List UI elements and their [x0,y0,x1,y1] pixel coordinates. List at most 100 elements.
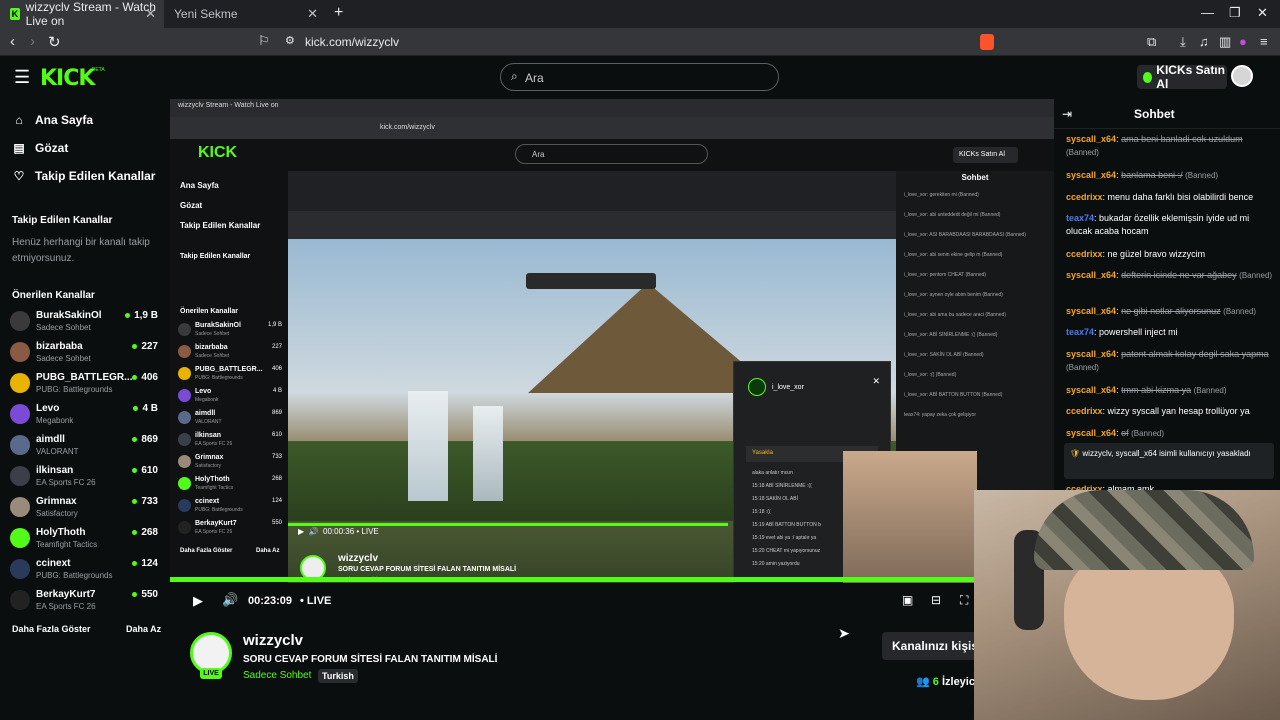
stream-screen-show-less: Daha Az [256,548,280,554]
volume-icon[interactable]: 🔊 [222,592,238,608]
stream-screen-nav: Gözat [180,201,203,210]
kick-logo[interactable]: KICK [40,66,95,91]
stream-screen-progress [288,523,728,526]
channel-avatar [10,466,30,486]
streamer-name[interactable]: wizzyclv [243,632,303,649]
chat-text: banlama beni :/ [1121,170,1183,180]
chat-username[interactable]: ccedrixx [1066,192,1103,202]
collapse-chat-icon[interactable]: ⇥ [1062,107,1072,121]
chat-text: wizzy syscall yan hesap trollüyor ya [1107,406,1250,416]
stream-screen-channel-avatar [178,521,191,534]
customize-channel-button[interactable]: Kanalınızı kişise [882,632,982,660]
system-message: 🛡 wizzyclv, syscall_x64 isimli kullanıcı… [1064,443,1274,479]
browser-tab-active[interactable]: K wizzyclv Stream - Watch Live on ✕ [0,0,164,28]
maximize-icon[interactable]: ❐ [1229,5,1241,21]
channel-item[interactable]: bizarbaba Sadece Sohbet 227 [10,340,162,368]
chat-username[interactable]: syscall_x64 [1066,306,1116,316]
channel-item[interactable]: PUBG_BATTLEGR... PUBG: Battlegrounds 406 [10,371,162,399]
channel-item[interactable]: Levo Megabonk 4 B [10,402,162,430]
stream-screen-addressbar: kick.com/wizzyclv [170,117,1054,139]
channel-item[interactable]: ilkinsan EA Sports FC 26 610 [10,464,162,492]
user-avatar[interactable] [1231,65,1253,87]
sidebar-toggle-icon[interactable]: ▥ [1219,34,1231,50]
new-tab-icon[interactable]: + [334,4,343,22]
channel-item[interactable]: BurakSakinOl Sadece Sohbet 1,9 B [10,309,162,337]
stream-screen-channel-avatar [178,345,191,358]
banned-tag: (Banned) [1223,307,1257,316]
channel-avatar [10,373,30,393]
stream-screen-tabbar: wizzyclv Stream - Watch Live on [170,99,1054,117]
channel-category: Sadece Sohbet [36,354,91,363]
chat-username[interactable]: syscall_x64 [1066,170,1116,180]
brave-shield-icon[interactable] [980,34,994,50]
music-icon[interactable]: ♫ [1199,34,1209,49]
stream-screen-chat-line: i_love_xor: abi ama bu sadece araci (Ban… [904,312,1007,318]
theater-mode-icon[interactable]: ⊟ [931,593,941,607]
site-info-icon[interactable]: ⚙ [285,34,295,47]
stream-screen-channel-viewers: 4 B [272,388,282,394]
nav-home[interactable]: ⌂ Ana Sayfa [12,113,93,127]
nav-following[interactable]: ♡ Takip Edilen Kanallar [12,169,156,183]
chat-username[interactable]: teax74 [1066,327,1094,337]
fullscreen-icon[interactable]: ⛶ [960,593,968,608]
chat-message: teax74: powershell inject mi [1066,327,1178,337]
webcam-overlay [974,490,1280,720]
show-less-link[interactable]: Daha Az [126,624,161,634]
stream-screen-popup-line: 15:19 evet abi ya :/ aptalır ya [752,535,817,541]
chat-username[interactable]: syscall_x64 [1066,385,1116,395]
nav-label: Takip Edilen Kanallar [35,169,156,183]
stream-screen-channel-avatar [178,323,191,336]
stream-screen-chat-line: teax74: yapay zeka çok gelişiyor [904,412,976,418]
back-icon[interactable]: ‹ [10,33,15,50]
language-tag[interactable]: Turkish [318,669,358,683]
bookmark-icon[interactable]: ⚐ [258,33,270,49]
channel-item[interactable]: ccinext PUBG: Battlegrounds 124 [10,557,162,585]
nav-label: Ana Sayfa [35,113,94,127]
pip-icon[interactable]: ▣ [902,593,913,607]
channel-item[interactable]: HolyThoth Teamfight Tactics 268 [10,526,162,554]
extension-icon[interactable]: ● [1239,34,1247,49]
stream-screen-channel-name: bizarbaba [195,344,228,351]
browser-menu-icon[interactable]: ≡ [1260,34,1268,49]
chat-username[interactable]: ccedrixx [1066,406,1103,416]
stream-screen-channel-avatar [178,433,191,446]
url-field[interactable]: kick.com/wizzyclv [305,35,399,49]
buy-kicks-button[interactable]: KICKs Satın Al [1137,63,1227,91]
tab-close-icon[interactable]: ✕ [307,6,318,22]
live-indicator[interactable]: • LIVE [300,595,331,607]
chat-username[interactable]: syscall_x64 [1066,270,1116,280]
nav-browse[interactable]: ▤ Gözat [12,141,68,155]
tab-close-icon[interactable]: ✕ [145,6,156,22]
minimize-icon[interactable]: — [1201,5,1214,20]
browser-tab-new[interactable]: Yeni Sekme ✕ [166,0,326,28]
chat-username[interactable]: ccedrixx [1066,249,1103,259]
live-progress-bar[interactable] [170,577,1054,582]
chat-username[interactable]: syscall_x64 [1066,134,1116,144]
channel-item[interactable]: aimdll VALORANT 869 [10,433,162,461]
close-window-icon[interactable]: ✕ [1257,5,1268,21]
download-icon[interactable]: ⤓ [1180,34,1186,50]
stream-screen-popup-user: i_love_xor [772,384,804,391]
channel-name: BurakSakinOl [36,310,102,321]
stream-screen-chat-line: i_love_xor: ABİ BATTON BUTTON (Banned) [904,392,1003,398]
chat-username[interactable]: syscall_x64 [1066,428,1116,438]
chat-username[interactable]: teax74 [1066,213,1094,223]
hamburger-menu-icon[interactable]: ☰ [14,67,30,88]
search-input[interactable]: ⌕ Ara [500,63,779,91]
show-more-link[interactable]: Daha Fazla Göster [12,624,91,634]
stream-screen-channel-viewers: 869 [271,410,282,416]
chat-username[interactable]: syscall_x64 [1066,349,1116,359]
forward-icon[interactable]: › [30,33,35,50]
channel-item[interactable]: Grimnax Satisfactory 733 [10,495,162,523]
stream-category[interactable]: Sadece Sohbet [243,670,311,681]
channel-item[interactable]: BerkayKurt7 EA Sports FC 26 550 [10,588,162,616]
stream-screen-channel-category: PUBG: Battlegrounds [195,375,243,381]
reload-icon[interactable]: ↻ [48,33,61,51]
beta-tag: BETA [92,67,105,73]
video-player[interactable]: wizzyclv Stream - Watch Live on kick.com… [170,99,1054,617]
chat-message: syscall_x64: banlama beni :/ (Banned) [1066,170,1219,180]
screenshot-icon[interactable]: ⧉ [1147,34,1156,50]
kick-favicon-icon: K [10,8,20,20]
stream-info: LIVE wizzyclv SORU CEVAP FORUM SİTESİ FA… [188,630,788,690]
play-icon[interactable]: ▶ [193,593,203,609]
